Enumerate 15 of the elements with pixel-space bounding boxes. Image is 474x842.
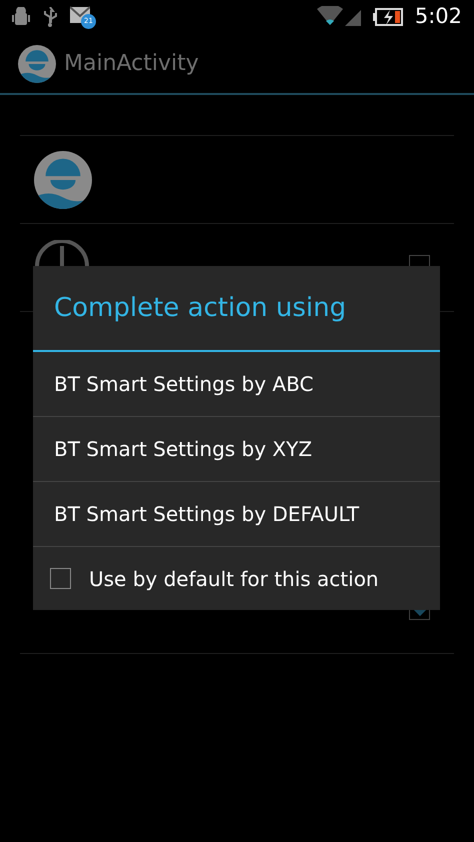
usb-icon [42, 7, 58, 27]
checkbox[interactable] [50, 568, 71, 589]
app-option[interactable]: BT Smart Settings by XYZ [33, 417, 440, 481]
app-option[interactable]: BT Smart Settings by ABC [33, 352, 440, 416]
checkbox-label: Use by default for this action [89, 566, 379, 592]
android-icon [12, 7, 30, 27]
clock-time: 5:02 [414, 3, 462, 30]
app-icon [18, 44, 56, 82]
clock-icon [34, 240, 90, 266]
dialog-title: Complete action using [53, 292, 348, 324]
app-option[interactable]: BT Smart Settings by DEFAULT [33, 482, 440, 546]
app-title: MainActivity [64, 50, 199, 78]
wifi-signal-icon [316, 6, 361, 28]
battery-charging-icon [372, 7, 403, 27]
avatar-icon [34, 150, 92, 208]
